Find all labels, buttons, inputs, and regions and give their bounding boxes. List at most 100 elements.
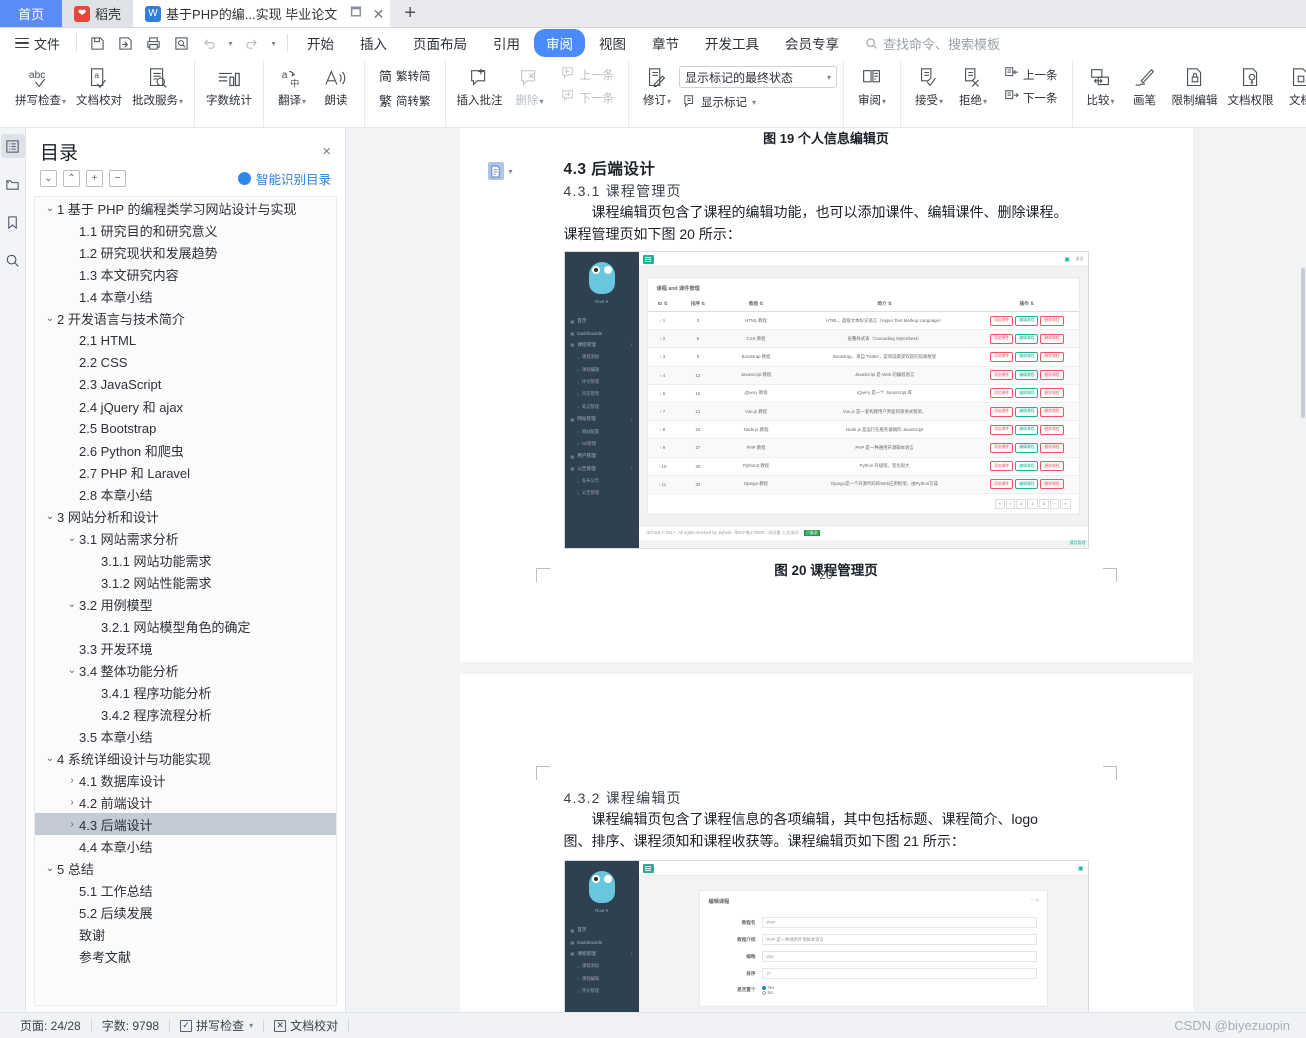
delete-course-button[interactable]: 删除课程 xyxy=(1040,333,1064,344)
admin-menu-item[interactable]: • 笔记管理 xyxy=(565,401,639,413)
ribbon-tab-view[interactable]: 视图 xyxy=(587,29,638,57)
toc-item[interactable]: 3.4.2 程序流程分析 xyxy=(35,703,336,725)
admin-menu-item[interactable]: ▦ 网站管理 › xyxy=(565,413,639,425)
chevron-right-icon[interactable]: › xyxy=(65,797,79,808)
delete-course-button[interactable]: 删除课程 xyxy=(1040,315,1064,326)
pagination-button[interactable]: › xyxy=(1049,498,1060,509)
table-row[interactable]: › 3 9 Bootstrap 教程 Bootstrap，来自 Twitter，是目前… xyxy=(647,347,1079,367)
toc-item[interactable]: 5.2 后续发展 xyxy=(35,901,336,923)
menu-toggle-icon[interactable] xyxy=(642,254,654,264)
tab-home[interactable]: 首页 xyxy=(0,0,63,27)
toc-item[interactable]: › 4.1 数据库设计 xyxy=(35,769,336,791)
save-as-icon[interactable] xyxy=(112,32,138,54)
reviewing-pane-button[interactable]: 审阅▾ xyxy=(850,60,894,108)
add-courseware-button[interactable]: 添加课件 xyxy=(990,351,1014,362)
add-courseware-button[interactable]: 添加课件 xyxy=(990,333,1014,344)
ribbon-tab-insert[interactable]: 插入 xyxy=(348,29,399,57)
translate-button[interactable]: a 中 翻译▾ xyxy=(270,60,314,108)
table-row[interactable]: › 2 6 CSS 教程 层叠样式表（Cascading StyleSheet） 添加课… xyxy=(647,329,1079,349)
delete-course-button[interactable]: 删除课程 xyxy=(1040,479,1064,490)
toc-item[interactable]: ⌄ 3 网站分析和设计 xyxy=(35,505,336,527)
restrict-edit-button[interactable]: 限制编辑 xyxy=(1167,60,1223,108)
admin-menu[interactable]: ▦ 首页 ▦ Dashboards ▦ 课程管理 › • 课程添加 • 课程编辑 • 评论管理 • 问答管理… xyxy=(565,315,639,500)
toc-item[interactable]: 2.2 CSS xyxy=(35,351,336,373)
compare-button[interactable]: 比较▾ xyxy=(1079,60,1123,108)
table-row[interactable]: › 11 33 Django 教程 Django是一个开源代码的Web应用框架，由Py… xyxy=(647,475,1079,494)
edit-course-button[interactable]: 编辑课程 xyxy=(1015,370,1039,381)
pagination-button[interactable]: « xyxy=(994,498,1005,509)
toc-item[interactable]: 2.4 jQuery 和 ajax xyxy=(35,395,336,417)
pagination-button[interactable]: 1 xyxy=(1016,498,1027,509)
ribbon-tab-references[interactable]: 引用 xyxy=(481,29,532,57)
chevron-down-icon[interactable]: ▾ xyxy=(509,167,513,176)
edit-course-button[interactable]: 编辑课程 xyxy=(1015,479,1039,490)
toc-item[interactable]: 1.2 研究现状和发展趋势 xyxy=(35,241,336,263)
admin-menu-item[interactable]: ▦ 课程管理 › xyxy=(565,339,639,351)
toc-item[interactable]: 2.3 JavaScript xyxy=(35,373,336,395)
print-preview-icon[interactable] xyxy=(168,32,194,54)
track-changes-button[interactable]: 修订▾ xyxy=(635,60,679,108)
toc-item[interactable]: 2.8 本章小结 xyxy=(35,483,336,505)
toc-item[interactable]: ⌄ 3.2 用例模型 xyxy=(35,593,336,615)
document-scrollbar[interactable] xyxy=(1300,128,1306,1012)
delete-course-button[interactable]: 删除课程 xyxy=(1040,351,1064,362)
undo-dropdown-icon[interactable]: ▾ xyxy=(224,32,236,54)
admin-menu-item[interactable]: ▦ Dashboards xyxy=(565,936,639,947)
admin-menu-item[interactable]: ▦ 用户管理 xyxy=(565,450,639,462)
edit-course-button[interactable]: 编辑课程 xyxy=(1015,406,1039,417)
pagination-button[interactable]: ‹ xyxy=(1005,498,1016,509)
table-row[interactable]: › 8 24 Node.js 教程 Node.js 是运行在服务器端的 JavaScr… xyxy=(647,420,1079,440)
spellcheck-button[interactable]: abc 拼写检查▾ xyxy=(10,60,71,108)
bookmark-icon[interactable] xyxy=(1,210,25,234)
toc-item[interactable]: 1.4 本章小结 xyxy=(35,285,336,307)
tab-document[interactable]: W 基于PHP的编...实现 毕业论文 🗖 ✕ xyxy=(133,0,391,27)
toc-item[interactable]: ⌄ 1 基于 PHP 的编程类学习网站设计与实现 xyxy=(35,197,336,219)
command-search-box[interactable]: 查找命令、搜索模板 xyxy=(865,34,1000,53)
add-courseware-button[interactable]: 添加课件 xyxy=(990,442,1014,453)
previous-comment-button[interactable]: 上一条 xyxy=(556,64,619,85)
delete-course-button[interactable]: 删除课程 xyxy=(1040,424,1064,435)
add-courseware-button[interactable]: 添加课件 xyxy=(990,315,1014,326)
column-header[interactable]: 操作 ⇅ xyxy=(975,297,1079,312)
notification-icon[interactable]: ▣ xyxy=(1064,256,1070,263)
toc-item[interactable]: › 4.2 前端设计 xyxy=(35,791,336,813)
add-courseware-button[interactable]: 添加课件 xyxy=(990,388,1014,399)
toc-item[interactable]: ⌄ 3.4 整体功能分析 xyxy=(35,659,336,681)
chevron-right-icon[interactable]: › xyxy=(65,775,79,786)
edit-course-button[interactable]: 编辑课程 xyxy=(1015,424,1039,435)
column-header[interactable]: 排序 ⇅ xyxy=(677,297,719,312)
add-courseware-button[interactable]: 添加课件 xyxy=(990,406,1014,417)
document-encrypt-button[interactable]: 文档 xyxy=(1279,60,1306,108)
ribbon-tab-chapter[interactable]: 章节 xyxy=(640,29,691,57)
admin-menu-item[interactable]: ▦ 课程管理 › xyxy=(565,948,639,960)
delete-course-button[interactable]: 删除课程 xyxy=(1040,442,1064,453)
show-markup-button[interactable]: 显示标记 ▾ xyxy=(679,92,837,112)
radio-option[interactable]: No xyxy=(761,990,1037,995)
chevron-down-icon[interactable]: ⌄ xyxy=(43,313,57,324)
document-permission-button[interactable]: 文档权限 xyxy=(1223,60,1279,108)
pagination-button[interactable]: 2 xyxy=(1027,498,1038,509)
add-courseware-button[interactable]: 添加课件 xyxy=(990,479,1014,490)
file-menu-button[interactable]: 文件 xyxy=(6,31,69,56)
form-input[interactable]: PHP 是一种通用开源脚本语言 xyxy=(761,934,1037,945)
toc-item[interactable]: 2.5 Bootstrap xyxy=(35,417,336,439)
edit-course-form[interactable]: 教程名 PHP 教程介绍 PHP 是一种通用开源脚本语言 缩略 php 排序 27 是否置个 Ye… xyxy=(700,910,1047,1006)
column-header[interactable]: 简介 ⇅ xyxy=(794,297,976,312)
toc-item[interactable]: 3.5 本章小结 xyxy=(35,725,336,747)
close-icon[interactable]: ✕ xyxy=(373,7,385,21)
toc-item[interactable]: 3.4.1 程序功能分析 xyxy=(35,681,336,703)
change-bar-marker[interactable]: ▾ xyxy=(487,162,513,180)
add-courseware-button[interactable]: 添加课件 xyxy=(990,461,1014,472)
toc-item[interactable]: 致谢 xyxy=(35,923,336,945)
toc-item[interactable]: ⌄ 2 开发语言与技术简介 xyxy=(35,307,336,329)
form-input[interactable]: 27 xyxy=(761,968,1037,979)
reject-change-button[interactable]: 拒绝▾ xyxy=(951,60,995,108)
simp-to-trad-button[interactable]: 繁 简转繁 xyxy=(375,89,435,112)
document-proof-button[interactable]: a 文档校对 xyxy=(71,60,127,108)
word-count-indicator[interactable]: 字数: 9798 xyxy=(92,1017,169,1034)
admin-menu-item[interactable]: • 课程添加 xyxy=(565,960,639,972)
column-header[interactable]: ID ⇅ xyxy=(647,297,678,312)
admin-menu-item[interactable]: • 评论管理 xyxy=(565,376,639,388)
print-icon[interactable] xyxy=(140,32,166,54)
chevron-down-icon[interactable]: ⌄ xyxy=(43,753,57,764)
